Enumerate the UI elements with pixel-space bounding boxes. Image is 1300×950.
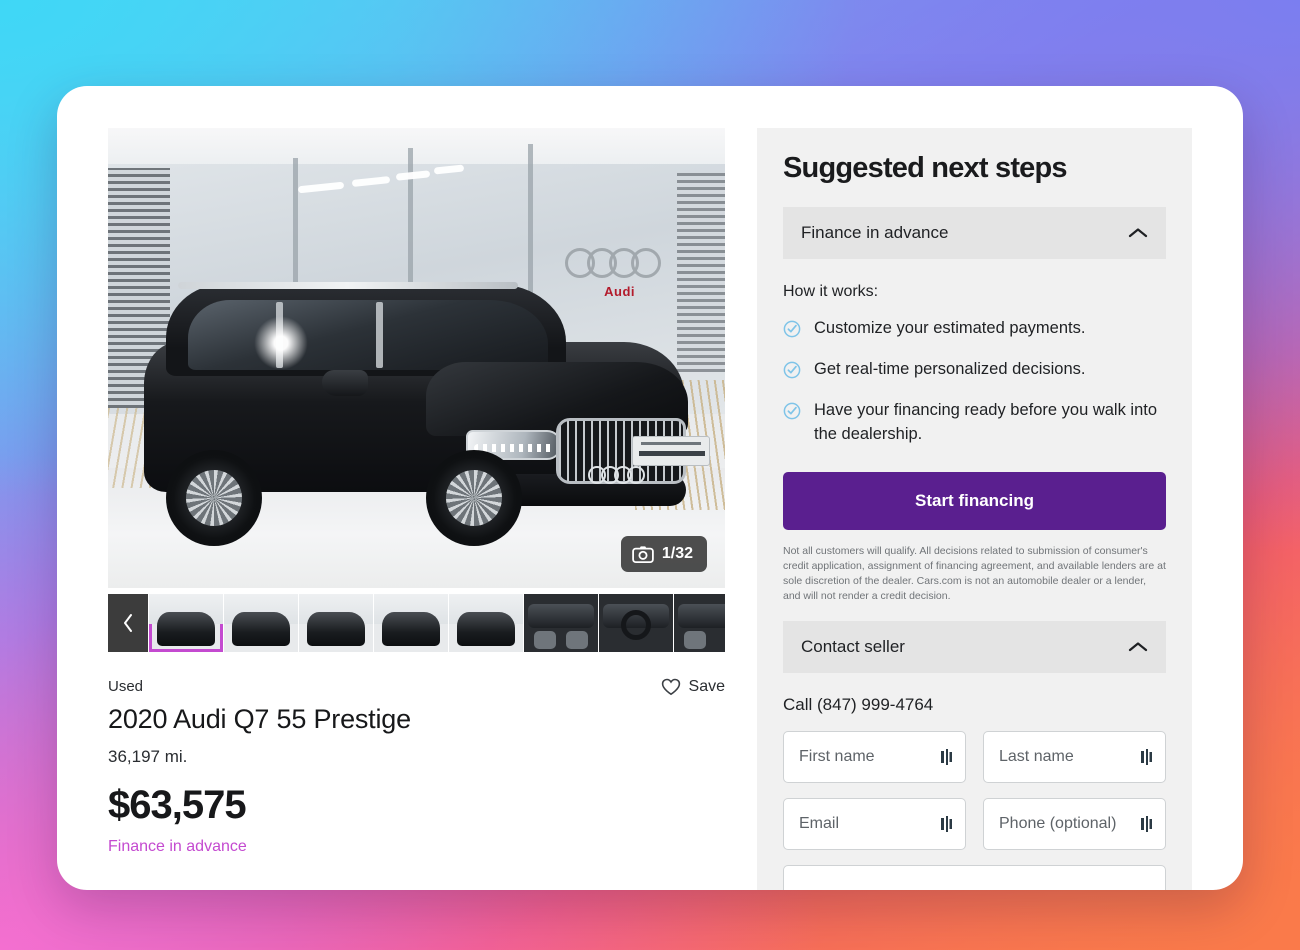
save-button-label: Save (688, 678, 725, 695)
first-name-placeholder: First name (799, 747, 875, 765)
camera-icon (632, 545, 654, 563)
hero-photo-viewer[interactable]: Audi 1/32 (108, 128, 725, 588)
chevron-up-icon (1128, 227, 1148, 239)
audi-rings-logo (565, 246, 661, 280)
photo-counter-text: 1/32 (661, 545, 693, 562)
input-indicator-icon (941, 815, 953, 832)
call-seller-phone[interactable]: Call (847) 999-4764 (783, 695, 1166, 715)
panel-title: Suggested next steps (783, 152, 1068, 184)
vehicle-condition: Used (108, 678, 144, 695)
list-item: Get real-time personalized decisions. (783, 358, 1166, 382)
list-item-label: Get real-time personalized decisions. (814, 359, 1086, 378)
thumbnail-2[interactable] (224, 594, 298, 652)
heart-icon (661, 678, 681, 696)
last-name-field[interactable]: Last name (983, 730, 1166, 783)
chevron-up-icon (1128, 641, 1148, 653)
vehicle-mileage: 36,197 mi. (108, 747, 188, 766)
vehicle-price: $63,575 (108, 783, 247, 827)
financing-disclaimer: Not all customers will qualify. All deci… (783, 544, 1166, 603)
list-item: Have your financing ready before you wal… (783, 399, 1166, 447)
thumbnail-8[interactable] (674, 594, 725, 652)
phone-placeholder: Phone (optional) (999, 814, 1117, 832)
contact-seller-form: First name Last name Email Phone (option… (783, 730, 1166, 890)
thumbnail-prev-button[interactable] (108, 594, 148, 652)
gallery-column: Audi 1/32 Used Save 2020 Audi Q7 55 Pres… (108, 128, 725, 856)
desktop-background: Audi 1/32 Used Save 2020 Audi Q7 55 Pres… (0, 0, 1300, 950)
message-field[interactable] (783, 864, 1166, 890)
finance-in-advance-link[interactable]: Finance in advance (108, 838, 725, 856)
list-item: Customize your estimated payments. (783, 317, 1166, 341)
email-placeholder: Email (799, 814, 840, 832)
input-indicator-icon (1141, 748, 1153, 765)
hero-vehicle-photo: Audi (108, 128, 725, 588)
thumbnail-6[interactable] (524, 594, 598, 652)
vehicle-info: Used Save 2020 Audi Q7 55 Prestige 36,19… (108, 678, 725, 856)
finance-accordion-header[interactable]: Finance in advance (783, 207, 1166, 259)
check-circle-icon (783, 320, 801, 338)
list-item-label: Have your financing ready before you wal… (814, 400, 1158, 443)
thumbnail-7[interactable] (599, 594, 673, 652)
thumbnail-3[interactable] (299, 594, 373, 652)
save-button[interactable]: Save (661, 678, 725, 696)
thumbnail-4[interactable] (374, 594, 448, 652)
audi-q7-vehicle (126, 278, 710, 548)
photo-counter-badge[interactable]: 1/32 (620, 536, 707, 572)
start-financing-button[interactable]: Start financing (783, 471, 1166, 530)
input-indicator-icon (1141, 815, 1153, 832)
finance-accordion-label: Finance in advance (801, 223, 949, 242)
contact-seller-accordion-label: Contact seller (801, 636, 905, 656)
listing-card: Audi 1/32 Used Save 2020 Audi Q7 55 Pres… (57, 86, 1243, 890)
last-name-placeholder: Last name (999, 747, 1074, 765)
thumbnail-1[interactable] (149, 594, 223, 652)
how-it-works-list: Customize your estimated payments. Get r… (783, 317, 1166, 447)
phone-field[interactable]: Phone (optional) (983, 797, 1166, 850)
check-circle-icon (783, 361, 801, 379)
thumbnail-5[interactable] (449, 594, 523, 652)
input-indicator-icon (941, 748, 953, 765)
first-name-field[interactable]: First name (783, 730, 966, 783)
email-field[interactable]: Email (783, 797, 966, 850)
contact-seller-accordion-header[interactable]: Contact seller (783, 620, 1166, 673)
list-item-label: Customize your estimated payments. (814, 319, 1086, 337)
vehicle-title: 2020 Audi Q7 55 Prestige (108, 704, 411, 734)
thumbnail-strip[interactable] (108, 594, 725, 652)
suggested-next-steps-panel: Suggested next steps Finance in advance … (757, 128, 1192, 890)
check-circle-icon (783, 402, 801, 420)
how-it-works-label: How it works: (783, 283, 879, 300)
